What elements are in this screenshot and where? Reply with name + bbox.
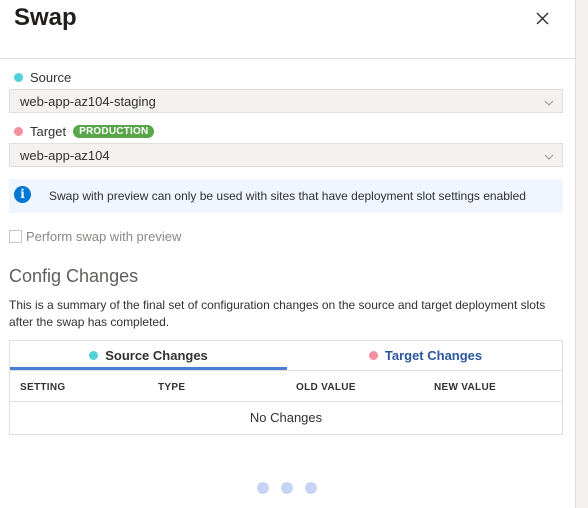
background-blade-edge: [575, 0, 588, 508]
loading-dot: [281, 482, 293, 494]
column-header-new-value[interactable]: NEW VALUE: [434, 382, 496, 393]
swap-preview-checkbox-row: Perform swap with preview: [9, 229, 181, 244]
swap-panel: Swap Source web-app-az104-staging Target…: [0, 0, 575, 508]
tab-source-changes-label: Source Changes: [105, 348, 208, 363]
swap-preview-checkbox[interactable]: [9, 230, 22, 243]
column-header-type[interactable]: TYPE: [158, 382, 185, 393]
source-label-row: Source: [14, 70, 71, 85]
chevron-down-icon: [544, 150, 554, 160]
config-changes-description: This is a summary of the final set of co…: [9, 298, 546, 329]
table-header: SETTING TYPE OLD VALUE NEW VALUE: [10, 370, 562, 402]
production-badge: PRODUCTION: [73, 125, 155, 138]
loading-dot: [305, 482, 317, 494]
column-header-setting[interactable]: SETTING: [20, 382, 65, 393]
swap-preview-label: Perform swap with preview: [26, 229, 182, 244]
config-changes-table: Source Changes Target Changes SETTING TY…: [9, 340, 563, 435]
source-dot-icon: [89, 351, 99, 360]
empty-table-message: No Changes: [249, 410, 323, 425]
source-dot-icon: [14, 73, 23, 82]
tab-source-changes[interactable]: Source Changes: [10, 341, 287, 370]
target-label: Target: [30, 124, 67, 139]
info-message-bar: i Swap with preview can only be used wit…: [9, 179, 563, 213]
target-dot-icon: [14, 127, 23, 136]
target-slot-dropdown[interactable]: web-app-az104: [9, 143, 563, 167]
source-slot-dropdown[interactable]: web-app-az104-staging: [9, 89, 563, 113]
chevron-down-icon: [544, 96, 554, 106]
target-label-row: Target PRODUCTION: [14, 124, 155, 139]
info-message-text: Swap with preview can only be used with …: [49, 189, 526, 203]
panel-title: Swap: [14, 4, 77, 31]
config-changes-title: Config Changes: [9, 266, 139, 286]
target-slot-value: web-app-az104: [20, 148, 110, 163]
tab-target-changes-label: Target Changes: [384, 348, 483, 363]
loading-dot: [257, 482, 269, 494]
column-header-old-value[interactable]: OLD VALUE: [296, 382, 356, 393]
tab-target-changes[interactable]: Target Changes: [287, 341, 564, 370]
source-slot-value: web-app-az104-staging: [20, 94, 156, 109]
close-icon[interactable]: [532, 8, 554, 30]
info-icon: i: [14, 186, 31, 203]
loading-indicator: [257, 482, 317, 494]
target-dot-icon: [368, 351, 378, 360]
source-label: Source: [30, 70, 72, 85]
panel-header: Swap: [0, 0, 575, 59]
